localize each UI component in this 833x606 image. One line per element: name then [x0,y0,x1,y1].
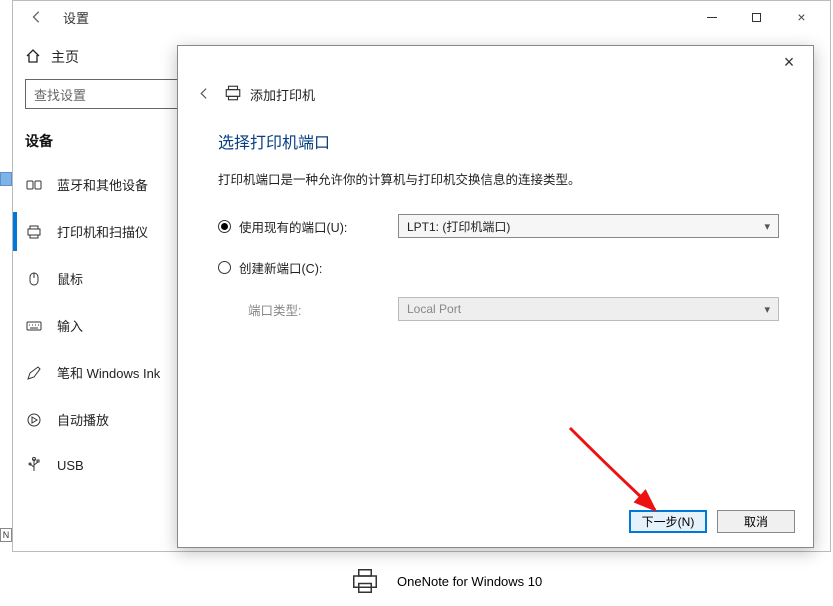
autoplay-icon [25,412,43,428]
dialog-close-button[interactable]: × [777,52,801,80]
port-type-label: 端口类型: [218,300,398,319]
radio-create-new-label: 创建新端口(C): [239,258,322,277]
close-button[interactable]: × [779,1,824,33]
sidebar-item-label: 蓝牙和其他设备 [57,175,148,194]
printer-item-icon [347,563,383,599]
left-strip-selector[interactable]: N [0,528,12,542]
sidebar-item-label: 输入 [57,316,83,335]
next-button[interactable]: 下一步(N) [629,510,707,533]
dialog-title: 添加打印机 [250,85,315,104]
titlebar: 设置 × [13,1,830,33]
port-type-select: Local Port ▾ [398,297,779,321]
pen-icon [25,365,43,381]
printer-list-item[interactable]: OneNote for Windows 10 [340,556,549,606]
keyboard-icon [25,318,43,334]
chevron-down-icon: ▾ [764,303,770,316]
sidebar-item-label: 笔和 Windows Ink [57,363,160,382]
printer-item-label: OneNote for Windows 10 [397,574,542,589]
dialog-description: 打印机端口是一种允许你的计算机与打印机交换信息的连接类型。 [218,169,779,188]
window-controls: × [689,1,824,33]
left-strip-marker [0,172,12,186]
add-printer-dialog: × 添加打印机 选择打印机端口 打印机端口是一种允许你的计算机与打印机交换信息的… [177,45,814,548]
radio-use-existing[interactable]: 使用现有的端口(U): [218,217,398,236]
back-button[interactable] [19,1,55,33]
radio-unchecked-icon [218,261,231,274]
sidebar-item-label: 打印机和扫描仪 [57,222,148,241]
existing-port-value: LPT1: (打印机端口) [407,218,510,235]
sidebar-home-label: 主页 [51,47,79,67]
radio-use-existing-label: 使用现有的端口(U): [239,217,347,236]
maximize-button[interactable] [734,1,779,33]
radio-create-new[interactable]: 创建新端口(C): [218,258,398,277]
printer-icon [25,224,43,240]
search-placeholder: 查找设置 [34,85,86,104]
app-left-strip [0,0,12,606]
port-type-value: Local Port [407,302,461,316]
mouse-icon [25,271,43,287]
window-title: 设置 [63,8,89,27]
cancel-button[interactable]: 取消 [717,510,795,533]
sidebar-item-label: 鼠标 [57,269,83,288]
usb-icon [25,457,43,473]
bluetooth-icon [25,177,43,193]
radio-checked-icon [218,220,231,233]
sidebar-item-label: USB [57,458,84,473]
printer-glyph-icon [224,84,242,105]
chevron-down-icon: ▾ [764,220,770,233]
sidebar-item-label: 自动播放 [57,410,109,429]
existing-port-select[interactable]: LPT1: (打印机端口) ▾ [398,214,779,238]
home-icon [25,48,41,67]
dialog-heading: 选择打印机端口 [218,129,779,153]
dialog-back-button[interactable] [194,87,214,103]
minimize-button[interactable] [689,1,734,33]
